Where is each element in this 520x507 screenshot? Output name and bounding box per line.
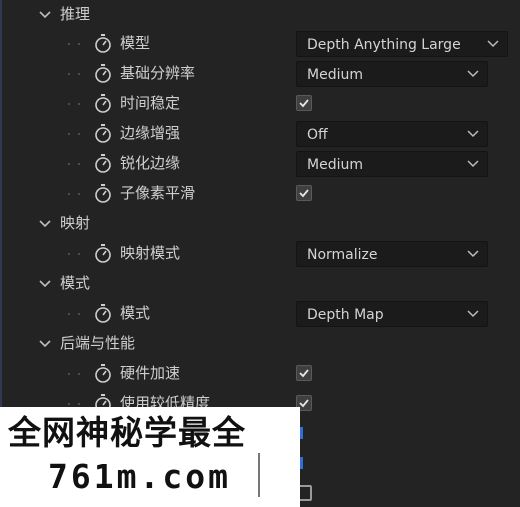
stopwatch-icon[interactable] <box>94 364 112 384</box>
subpixel-smooth-checkbox[interactable] <box>296 185 312 201</box>
watermark-overlay: 全网神秘学最全 761m.com <box>0 407 300 507</box>
dropdown-value: Depth Map <box>307 307 384 323</box>
indent-dots <box>66 103 90 105</box>
hw-accel-checkbox[interactable] <box>296 365 312 381</box>
section-header-mode[interactable]: 模式 <box>0 269 520 299</box>
effect-controls-panel: 推理 模型 Depth Anything Large 基础分辨率 Medium … <box>0 0 520 507</box>
section-label: 推理 <box>60 5 91 23</box>
stopwatch-icon[interactable] <box>94 124 112 144</box>
property-row-temporal-stability: 时间稳定 <box>0 89 520 119</box>
indent-dots <box>66 163 90 165</box>
chevron-down-icon <box>467 130 479 138</box>
property-label: 时间稳定 <box>120 94 181 112</box>
chevron-down-icon <box>467 310 479 318</box>
property-row-base-resolution: 基础分辨率 Medium <box>0 59 520 89</box>
property-row-sharpen-edges: 锐化边缘 Medium <box>0 149 520 179</box>
checkmark-icon <box>299 369 309 378</box>
chevron-down-icon <box>467 70 479 78</box>
property-row-model: 模型 Depth Anything Large <box>0 29 520 59</box>
property-row-mode: 模式 Depth Map <box>0 299 520 329</box>
stopwatch-icon[interactable] <box>94 94 112 114</box>
chevron-down-icon <box>467 250 479 258</box>
stopwatch-icon[interactable] <box>94 34 112 54</box>
indent-dots <box>66 253 90 255</box>
indent-dots <box>66 313 90 315</box>
indent-dots <box>66 133 90 135</box>
section-label: 模式 <box>60 274 91 292</box>
property-label: 硬件加速 <box>120 364 181 382</box>
property-label: 边缘增强 <box>120 124 181 142</box>
sharpen-edges-dropdown[interactable]: Medium <box>296 151 488 177</box>
section-label: 映射 <box>60 214 91 232</box>
temporal-stability-checkbox[interactable] <box>296 95 312 111</box>
mapping-mode-dropdown[interactable]: Normalize <box>296 241 488 267</box>
dropdown-value: Off <box>307 127 328 143</box>
chevron-down-icon[interactable] <box>37 276 53 292</box>
watermark-url: 761m.com <box>48 457 231 496</box>
chevron-down-icon <box>467 160 479 168</box>
property-label: 映射模式 <box>120 244 181 262</box>
stopwatch-icon[interactable] <box>94 64 112 84</box>
dropdown-value: Medium <box>307 157 363 173</box>
stopwatch-icon[interactable] <box>94 244 112 264</box>
chevron-down-icon[interactable] <box>37 336 53 352</box>
indent-dots <box>66 43 90 45</box>
indent-dots <box>66 403 90 405</box>
indent-dots <box>66 193 90 195</box>
mode-dropdown[interactable]: Depth Map <box>296 301 488 327</box>
dropdown-value: Medium <box>307 67 363 83</box>
dropdown-value: Depth Anything Large <box>307 37 461 53</box>
base-resolution-dropdown[interactable]: Medium <box>296 61 488 87</box>
section-header-inference[interactable]: 推理 <box>0 0 520 30</box>
indent-dots <box>66 373 90 375</box>
watermark-divider <box>258 453 260 497</box>
property-label: 基础分辨率 <box>120 64 196 82</box>
property-label: 锐化边缘 <box>120 154 181 172</box>
indent-dots <box>66 73 90 75</box>
property-label: 模型 <box>120 34 151 52</box>
dropdown-value: Normalize <box>307 247 378 263</box>
section-header-mapping[interactable]: 映射 <box>0 209 520 239</box>
watermark-title: 全网神秘学最全 <box>8 413 246 452</box>
chevron-down-icon[interactable] <box>37 7 53 23</box>
property-row-mapping-mode: 映射模式 Normalize <box>0 239 520 269</box>
chevron-down-icon <box>487 40 499 48</box>
stopwatch-icon[interactable] <box>94 154 112 174</box>
model-dropdown[interactable]: Depth Anything Large <box>296 31 508 57</box>
section-header-backend[interactable]: 后端与性能 <box>0 329 520 359</box>
stopwatch-icon[interactable] <box>94 304 112 324</box>
property-label: 模式 <box>120 304 151 322</box>
property-row-hw-accel: 硬件加速 <box>0 359 520 389</box>
section-label: 后端与性能 <box>60 334 136 352</box>
stopwatch-icon[interactable] <box>94 184 112 204</box>
property-row-subpixel-smooth: 子像素平滑 <box>0 179 520 209</box>
property-label: 子像素平滑 <box>120 184 196 202</box>
checkmark-icon <box>299 189 309 198</box>
edge-enhance-dropdown[interactable]: Off <box>296 121 488 147</box>
chevron-down-icon[interactable] <box>37 216 53 232</box>
checkmark-icon <box>299 99 309 108</box>
property-row-edge-enhance: 边缘增强 Off <box>0 119 520 149</box>
